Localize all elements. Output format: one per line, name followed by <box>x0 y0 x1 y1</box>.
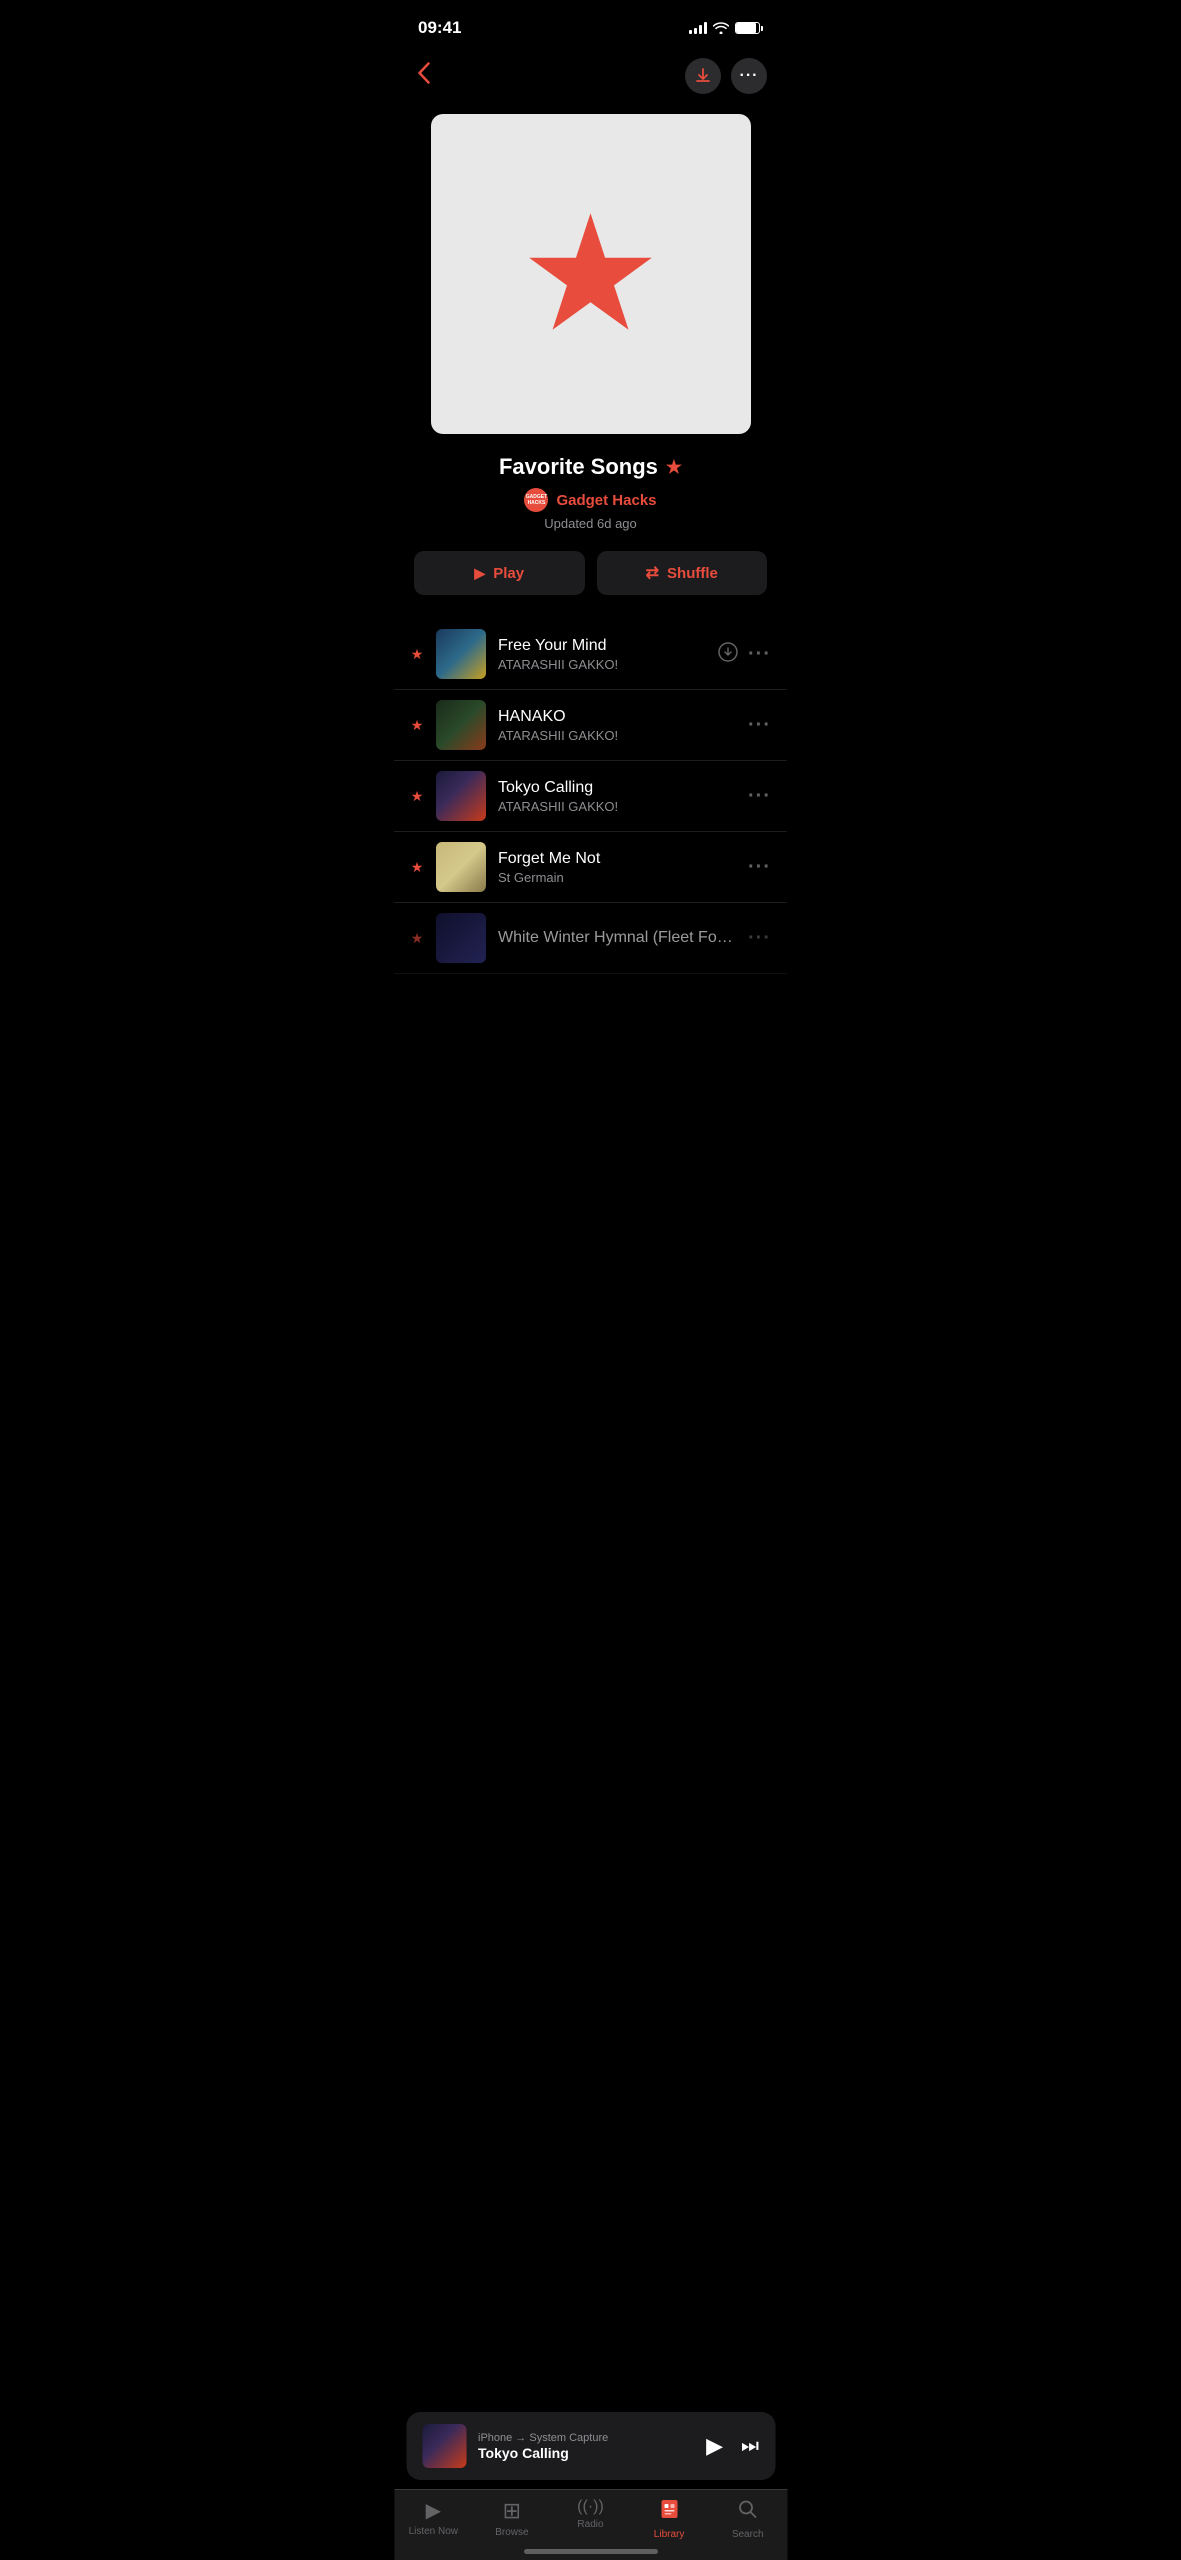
tab-search-icon <box>737 2498 759 2526</box>
play-icon: ▶ <box>474 565 485 582</box>
track-list: ★ Free Your Mind ATARASHII GAKKO! ··· ★ … <box>394 619 787 974</box>
mini-player[interactable]: iPhone → System Capture Tokyo Calling ▶ … <box>406 2412 775 2480</box>
track-artist: ATARASHII GAKKO! <box>498 728 736 743</box>
playlist-title: Favorite Songs ★ <box>414 454 767 480</box>
play-button[interactable]: ▶ Play <box>414 551 585 595</box>
tab-listen-now-icon: ▶ <box>426 2498 441 2523</box>
track-info: White Winter Hymnal (Fleet Foxes Cover) <box>498 929 736 947</box>
more-options-button[interactable]: ··· <box>731 58 767 94</box>
tab-radio-icon: ((·)) <box>577 2498 604 2516</box>
track-actions: ··· <box>748 927 771 950</box>
shuffle-icon: ⇄ <box>646 563 659 583</box>
shuffle-button[interactable]: ⇄ Shuffle <box>597 551 768 595</box>
track-more-icon[interactable]: ··· <box>748 643 771 666</box>
track-item[interactable]: ★ Tokyo Calling ATARASHII GAKKO! ··· <box>394 761 787 832</box>
track-artist: St Germain <box>498 870 736 885</box>
track-item[interactable]: ★ Forget Me Not St Germain ··· <box>394 832 787 903</box>
track-info: Forget Me Not St Germain <box>498 850 736 885</box>
track-item[interactable]: ★ White Winter Hymnal (Fleet Foxes Cover… <box>394 903 787 974</box>
status-bar: 09:41 <box>394 0 787 50</box>
album-art-container: ★ <box>394 102 787 454</box>
curator-badge: GADGETHACKS <box>524 488 548 512</box>
track-thumbnail <box>436 771 486 821</box>
track-artist: ATARASHII GAKKO! <box>498 657 706 672</box>
nav-actions: ··· <box>685 58 767 94</box>
track-title: Tokyo Calling <box>498 779 736 797</box>
track-star-icon: ★ <box>410 859 424 876</box>
track-thumbnail <box>436 700 486 750</box>
track-thumbnail <box>436 913 486 963</box>
track-more-icon[interactable]: ··· <box>748 927 771 950</box>
download-button[interactable] <box>685 58 721 94</box>
updated-text: Updated 6d ago <box>414 516 767 531</box>
back-button[interactable] <box>414 58 434 94</box>
track-title: Free Your Mind <box>498 637 706 655</box>
tab-browse[interactable]: ⊞ Browse <box>473 2498 552 2540</box>
track-item[interactable]: ★ Free Your Mind ATARASHII GAKKO! ··· <box>394 619 787 690</box>
track-info: Free Your Mind ATARASHII GAKKO! <box>498 637 706 672</box>
tab-browse-icon: ⊞ <box>503 2498 521 2524</box>
track-download-icon[interactable] <box>718 642 738 667</box>
mini-player-title: Tokyo Calling <box>478 2445 694 2461</box>
track-star-icon: ★ <box>410 930 424 947</box>
playlist-star-icon: ★ <box>666 457 682 478</box>
track-actions: ··· <box>718 642 771 667</box>
tab-library-icon <box>658 2498 680 2526</box>
tab-library-label: Library <box>654 2529 685 2540</box>
mini-play-button[interactable]: ▶ <box>706 2433 723 2459</box>
track-actions: ··· <box>748 856 771 879</box>
tab-radio[interactable]: ((·)) Radio <box>551 2498 630 2540</box>
wifi-icon <box>713 22 729 34</box>
track-more-icon[interactable]: ··· <box>748 714 771 737</box>
tab-listen-now[interactable]: ▶ Listen Now <box>394 2498 473 2540</box>
signal-icon <box>689 22 707 34</box>
track-star-icon: ★ <box>410 646 424 663</box>
track-title: HANAKO <box>498 708 736 726</box>
track-more-icon[interactable]: ··· <box>748 785 771 808</box>
mini-forward-button[interactable]: ⏭ <box>741 2435 759 2458</box>
track-info: Tokyo Calling ATARASHII GAKKO! <box>498 779 736 814</box>
track-thumbnail <box>436 629 486 679</box>
track-star-icon: ★ <box>410 788 424 805</box>
battery-icon <box>735 22 763 34</box>
track-thumbnail <box>436 842 486 892</box>
track-item[interactable]: ★ HANAKO ATARASHII GAKKO! ··· <box>394 690 787 761</box>
track-more-icon[interactable]: ··· <box>748 856 771 879</box>
track-info: HANAKO ATARASHII GAKKO! <box>498 708 736 743</box>
track-actions: ··· <box>748 714 771 737</box>
status-icons <box>689 22 763 34</box>
nav-bar: ··· <box>394 50 787 102</box>
tab-library[interactable]: Library <box>630 2498 709 2540</box>
star-artwork: ★ <box>519 194 662 354</box>
home-indicator <box>524 2549 658 2554</box>
curator-row: GADGETHACKS Gadget Hacks <box>414 488 767 512</box>
track-star-icon: ★ <box>410 717 424 734</box>
action-buttons: ▶ Play ⇄ Shuffle <box>394 551 787 619</box>
tab-listen-now-label: Listen Now <box>409 2526 458 2537</box>
status-time: 09:41 <box>418 18 461 38</box>
track-title: White Winter Hymnal (Fleet Foxes Cover) <box>498 929 736 947</box>
tab-radio-label: Radio <box>577 2519 603 2530</box>
curator-name[interactable]: Gadget Hacks <box>556 492 656 509</box>
track-title: Forget Me Not <box>498 850 736 868</box>
mini-player-source: iPhone → System Capture <box>478 2432 694 2444</box>
mini-player-info: iPhone → System Capture Tokyo Calling <box>478 2432 694 2461</box>
mini-player-thumbnail <box>422 2424 466 2468</box>
tab-browse-label: Browse <box>495 2527 528 2538</box>
tab-search-label: Search <box>732 2529 764 2540</box>
album-art: ★ <box>431 114 751 434</box>
track-artist: ATARASHII GAKKO! <box>498 799 736 814</box>
mini-player-controls: ▶ ⏭ <box>706 2433 759 2459</box>
playlist-info: Favorite Songs ★ GADGETHACKS Gadget Hack… <box>394 454 787 551</box>
tab-search[interactable]: Search <box>708 2498 787 2540</box>
track-actions: ··· <box>748 785 771 808</box>
